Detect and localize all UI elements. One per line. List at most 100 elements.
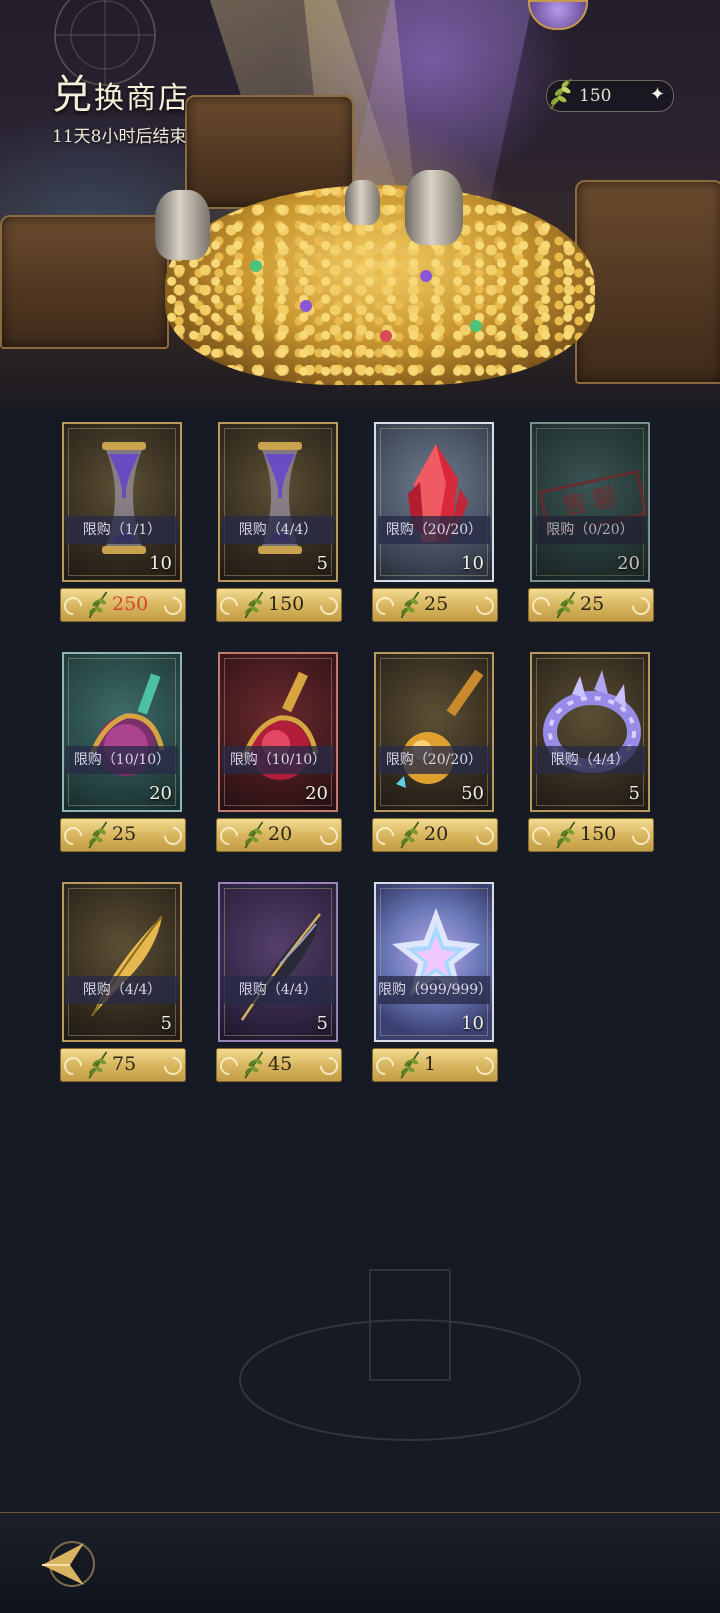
purchase-limit: 限购（999/999） — [378, 976, 492, 1004]
shop-item[interactable]: 限购（1/1） 10 250 — [60, 422, 186, 626]
price-button[interactable]: 45 — [216, 1048, 342, 1082]
price-button[interactable]: 25 — [528, 588, 654, 622]
item-card[interactable]: 限购（4/4） 5 — [530, 652, 650, 812]
laurel-leaf-icon — [400, 821, 420, 849]
item-quantity: 5 — [316, 553, 328, 574]
countdown-text: 11天8小时后结束 — [52, 127, 187, 147]
purchase-limit: 限购（20/20） — [378, 746, 490, 774]
item-card[interactable]: 限购（4/4） 5 — [218, 422, 338, 582]
back-arrow-icon[interactable] — [36, 1535, 104, 1593]
price-button[interactable]: 150 — [216, 588, 342, 622]
item-card[interactable]: 限购（1/1） 10 — [62, 422, 182, 582]
price-button[interactable]: 150 — [528, 818, 654, 852]
purchase-limit: 限购（4/4） — [222, 516, 334, 544]
price-button[interactable]: 25 — [60, 818, 186, 852]
item-card[interactable]: 限购（4/4） 5 — [62, 882, 182, 1042]
page-title: 兑换商店 — [52, 75, 190, 118]
price-button[interactable]: 20 — [216, 818, 342, 852]
ornament-icon — [528, 823, 554, 849]
item-card[interactable]: 限购（20/20） 50 — [374, 652, 494, 812]
item-quantity: 10 — [461, 553, 484, 574]
item-card[interactable]: 售罄 限购（0/20） 20 — [530, 422, 650, 582]
purchase-limit: 限购（10/10） — [222, 746, 334, 774]
laurel-leaf-icon — [244, 591, 264, 619]
ornament-icon — [472, 593, 498, 619]
laurel-leaf-icon — [88, 1051, 108, 1079]
ornament-icon — [216, 593, 242, 619]
title-rest: 换商店 — [94, 81, 190, 116]
ornament-icon — [372, 1053, 398, 1079]
ornament-icon — [60, 593, 86, 619]
item-card[interactable]: 限购（10/10） 20 — [218, 652, 338, 812]
shop-item[interactable]: 限购（4/4） 5 45 — [216, 882, 342, 1086]
ornament-icon — [472, 823, 498, 849]
silver-cup — [345, 180, 380, 225]
emerald-gem — [250, 260, 262, 272]
shop-item[interactable]: 限购（4/4） 5 75 — [60, 882, 186, 1086]
ornament-icon — [316, 593, 342, 619]
sparkle-plus-icon[interactable]: ✦ — [650, 84, 665, 105]
ornament-icon — [160, 1053, 186, 1079]
currency-display[interactable]: 150 ✦ — [546, 78, 674, 112]
price-value: 25 — [112, 823, 137, 845]
price-button[interactable]: 25 — [372, 588, 498, 622]
laurel-leaf-icon — [550, 78, 572, 110]
purchase-limit: 限购（4/4） — [534, 746, 646, 774]
purchase-limit: 限购（0/20） — [534, 516, 646, 544]
item-card[interactable]: 限购（4/4） 5 — [218, 882, 338, 1042]
shop-item[interactable]: 限购（4/4） 5 150 — [216, 422, 342, 626]
purchase-limit: 限购（10/10） — [66, 746, 178, 774]
item-quantity: 10 — [149, 553, 172, 574]
ornament-icon — [160, 593, 186, 619]
shop-item[interactable]: 限购（999/999） 10 1 — [372, 882, 498, 1086]
silver-jug — [155, 190, 210, 260]
shop-item[interactable]: 限购（10/10） 20 20 — [216, 652, 342, 856]
item-card[interactable]: 限购（10/10） 20 — [62, 652, 182, 812]
price-value: 250 — [112, 593, 149, 615]
emerald-gem — [470, 320, 482, 332]
shop-item[interactable]: 限购（20/20） 50 20 — [372, 652, 498, 856]
laurel-leaf-icon — [244, 821, 264, 849]
laurel-leaf-icon — [400, 1051, 420, 1079]
item-card[interactable]: 限购（999/999） 10 — [374, 882, 494, 1042]
price-value: 1 — [424, 1053, 437, 1075]
price-value: 45 — [268, 1053, 293, 1075]
item-quantity: 10 — [461, 1013, 484, 1034]
item-quantity: 5 — [160, 1013, 172, 1034]
title-block: 兑换商店 11天8小时后结束 — [52, 75, 190, 147]
shop-item[interactable]: 限购（4/4） 5 150 — [528, 652, 654, 856]
ornament-icon — [316, 823, 342, 849]
price-value: 20 — [268, 823, 293, 845]
price-button[interactable]: 250 — [60, 588, 186, 622]
price-value: 25 — [424, 593, 449, 615]
shop-item[interactable]: 限购（10/10） 20 25 — [60, 652, 186, 856]
price-button[interactable]: 1 — [372, 1048, 498, 1082]
item-quantity: 20 — [617, 553, 640, 574]
laurel-leaf-icon — [556, 591, 576, 619]
item-card[interactable]: 限购（20/20） 10 — [374, 422, 494, 582]
price-button[interactable]: 75 — [60, 1048, 186, 1082]
item-quantity: 20 — [149, 783, 172, 804]
ornament-icon — [160, 823, 186, 849]
gold-coin-pile — [165, 185, 595, 385]
laurel-leaf-icon — [244, 1051, 264, 1079]
price-value: 20 — [424, 823, 449, 845]
ornament-icon — [372, 593, 398, 619]
item-quantity: 20 — [305, 783, 328, 804]
lantern-orb — [528, 0, 588, 30]
laurel-leaf-icon — [556, 821, 576, 849]
purchase-limit: 限购（20/20） — [378, 516, 490, 544]
purchase-limit: 限购（1/1） — [66, 516, 178, 544]
price-button[interactable]: 20 — [372, 818, 498, 852]
purchase-limit: 限购（4/4） — [66, 976, 178, 1004]
ornament-icon — [216, 1053, 242, 1079]
ruby-gem — [380, 330, 392, 342]
ornament-icon — [628, 823, 654, 849]
silver-teapot — [405, 170, 463, 245]
background-emblem — [239, 1269, 581, 1441]
treasure-chest-left — [0, 215, 169, 349]
shop-item[interactable]: 限购（20/20） 10 25 — [372, 422, 498, 626]
shop-item[interactable]: 售罄 限购（0/20） 20 25 — [528, 422, 654, 626]
ornament-icon — [372, 823, 398, 849]
item-quantity: 5 — [316, 1013, 328, 1034]
